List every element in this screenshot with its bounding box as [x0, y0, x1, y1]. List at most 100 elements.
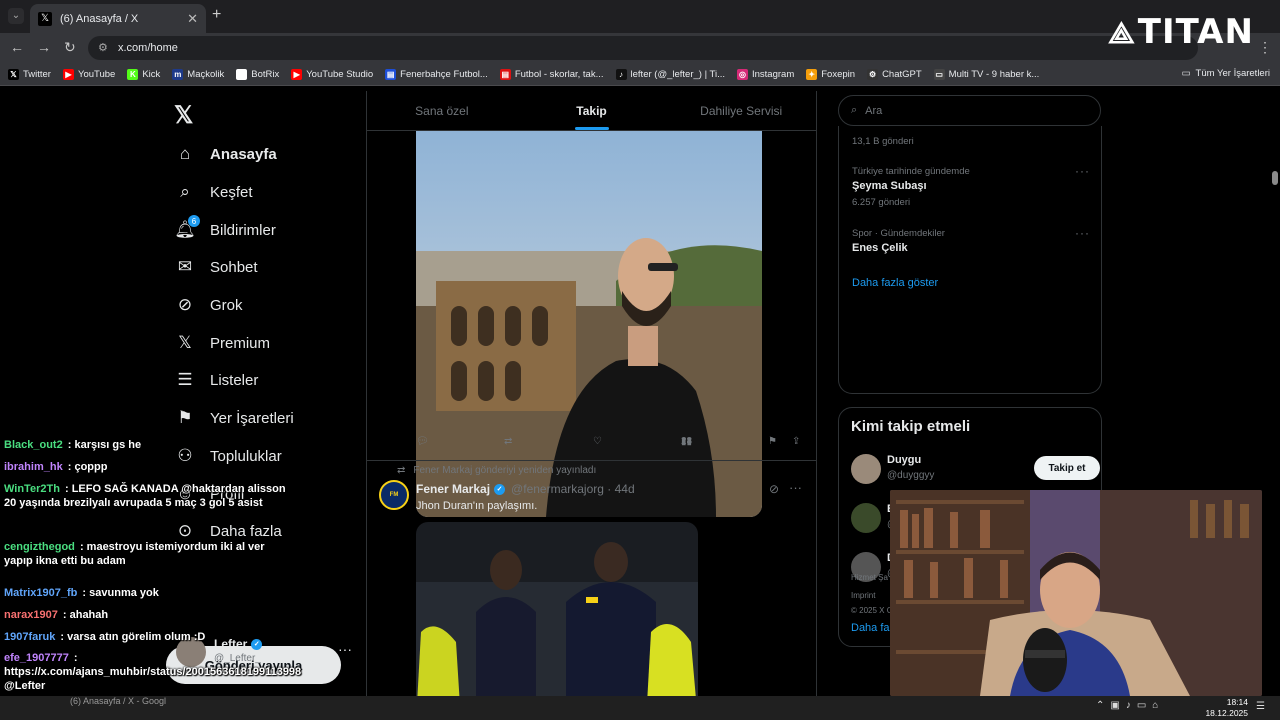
clock[interactable]: 18:14 18.12.2025 — [1205, 697, 1248, 719]
share-icon[interactable]: ⇪ — [792, 436, 800, 447]
forward-icon[interactable]: → — [37, 39, 51, 55]
repost-icon[interactable]: ⇄ — [504, 436, 512, 447]
clock-date: 18.12.2025 — [1205, 708, 1248, 718]
nav-item-list[interactable]: ☰ Listeler — [174, 369, 258, 391]
tab-following[interactable]: Takip — [517, 91, 667, 130]
chat-username: Black_out2 — [4, 439, 63, 451]
trend-meta: Spor · Gündemdekiler — [852, 228, 945, 239]
chat-text: : varsa atın görelim olum :D — [57, 631, 206, 643]
avatar[interactable] — [851, 454, 881, 484]
bookmark-item[interactable]: ▤ Futbol - skorlar, tak... — [499, 68, 604, 80]
tab-search-icon[interactable]: ⌄ — [8, 8, 24, 24]
bookmark-item[interactable]: ▤ Fenerbahçe Futbol... — [385, 68, 488, 80]
post-photo[interactable] — [416, 522, 698, 720]
bookmark-favicon-icon: ◎ — [737, 68, 748, 80]
nav-item-grok[interactable]: ⊘ Grok — [174, 294, 243, 316]
bookmark-item[interactable]: ▭ Multi TV - 9 haber k... — [933, 68, 1039, 80]
suggestion-name[interactable]: Duygu — [887, 454, 921, 466]
bookmark-icon: ⚑ — [177, 408, 193, 427]
bookmark-item[interactable]: ⚙ ChatGPT — [867, 68, 922, 80]
chat-text: : karşısı gs he — [64, 439, 142, 451]
titan-logo: ⟁TITAN — [1108, 12, 1254, 52]
post-actions: 💬︎ ⇄ ♡ ▮▮ 28 ⚑ ⇪ — [416, 436, 808, 452]
notification-badge: 6 — [188, 215, 200, 227]
chat-username: narax1907 — [4, 609, 58, 621]
follow-suggestion[interactable]: Duygu @duyggyy Takip et — [851, 452, 1100, 492]
bookmark-item[interactable]: ▶ YouTube Studio — [291, 68, 373, 80]
author-handle[interactable]: @fenermarkajorg · 44d — [511, 482, 635, 496]
bookmark-label: YouTube — [77, 68, 116, 80]
site-info-icon[interactable]: ⚙ — [98, 41, 108, 54]
repost-indicator[interactable]: ⇄ Fener Markaj gönderiyi yeniden yayınla… — [397, 465, 596, 476]
list-icon: ☰ — [177, 370, 193, 389]
trend-item[interactable]: Türkiye tarihinde gündemde Şeyma Subaşı … — [839, 156, 1103, 216]
like-icon[interactable]: ♡ — [593, 436, 602, 447]
chat-message: narax1907 : ahahah — [4, 608, 294, 622]
follow-button[interactable]: Takip et — [1034, 456, 1100, 480]
tray-icons[interactable]: ⌃▣♪▭⌂ — [1096, 700, 1164, 711]
tab-for-you[interactable]: Sana özel — [367, 91, 517, 130]
scrollbar-thumb[interactable] — [1272, 171, 1278, 185]
x-logo-icon: 𝕏 — [178, 333, 192, 352]
avatar[interactable]: FM — [379, 480, 409, 510]
bookmark-post-icon[interactable]: ⚑ — [768, 436, 777, 447]
reply-icon[interactable]: 💬︎ — [416, 436, 429, 447]
page-scrollbar[interactable] — [1270, 91, 1280, 696]
bookmark-item[interactable]: ♪ lefter (@_lefter_) | Ti... — [615, 68, 725, 80]
footer-terms-link[interactable]: Hizmet Şa — [851, 573, 888, 582]
tab-dahiliye[interactable]: Dahiliye Servisi — [666, 91, 816, 130]
browser-menu-icon[interactable]: ⋮ — [1258, 39, 1272, 56]
taskbar-app-preview[interactable]: (6) Anasayfa / X - Googl — [70, 696, 166, 706]
x-logo-icon[interactable]: 𝕏 — [174, 101, 193, 130]
search-icon: ⌕ — [851, 104, 858, 116]
notifications-icon[interactable]: ☰ — [1256, 701, 1265, 712]
close-tab-icon[interactable]: ✕ — [187, 11, 198, 27]
trend-item[interactable]: Spor · Gündemdekiler Enes Çelik ··· — [839, 218, 1103, 258]
trend-more-icon[interactable]: ··· — [1075, 164, 1090, 178]
nav-item-search[interactable]: ⌕ Keşfet — [174, 181, 252, 203]
nav-item-bell[interactable]: 🔔︎ 6 Bildirimler — [174, 215, 276, 241]
webcam-overlay — [890, 490, 1262, 696]
address-bar[interactable]: ⚙ x.com/home — [88, 36, 1198, 60]
author-name[interactable]: Fener Markaj — [416, 482, 490, 496]
avatar[interactable] — [851, 503, 881, 533]
trend-more-icon[interactable]: ··· — [1075, 226, 1090, 240]
grok-post-icon[interactable]: ⊘ — [769, 482, 779, 496]
browser-tab-bar: ⌄ 𝕏 (6) Anasayfa / X ✕ + — [0, 0, 1280, 33]
bookmark-item[interactable]: ◎ Instagram — [737, 68, 794, 80]
nav-item-mail[interactable]: ✉ Sohbet — [174, 256, 258, 278]
all-bookmarks-button[interactable]: ▭ Tüm Yer İşaretleri — [1182, 68, 1270, 79]
bookmark-item[interactable]: m Maçkolik — [172, 68, 224, 80]
webcam-image — [890, 490, 1262, 696]
post-photo-image — [416, 522, 698, 720]
post-more-icon[interactable]: ··· — [789, 480, 802, 495]
chat-message: ibrahim_hk : çoppp — [4, 460, 294, 474]
bookmark-favicon-icon: ▤ — [499, 68, 511, 80]
trend-count: 6.257 gönderi — [852, 197, 911, 208]
back-icon[interactable]: ← — [10, 39, 24, 55]
search-input[interactable]: ⌕ Ara — [838, 95, 1101, 126]
post-header: FM Fener Markaj ✓ @fenermarkajorg · 44d … — [379, 480, 809, 512]
chat-message: 1907faruk : varsa atın görelim olum :D — [4, 630, 294, 644]
bookmark-item[interactable]: 𝕏 Twitter — [8, 68, 51, 80]
browser-tab[interactable]: 𝕏 (6) Anasayfa / X ✕ — [30, 4, 206, 33]
show-more-link[interactable]: Daha fazla göster — [852, 277, 938, 289]
new-tab-icon[interactable]: + — [212, 6, 221, 24]
bookmark-item[interactable]: ✦ Foxepin — [806, 68, 855, 80]
bookmark-item[interactable]: K Kick — [127, 68, 160, 80]
nav-item-x-logo[interactable]: 𝕏 Premium — [174, 332, 270, 354]
account-more-icon[interactable]: ··· — [338, 641, 352, 657]
nav-item-home[interactable]: ⌂ Anasayfa — [174, 143, 277, 165]
nav-label: Listeler — [210, 371, 259, 389]
footer-copyright: © 2025 X C — [851, 606, 893, 615]
nav-label: Sohbet — [210, 258, 258, 276]
nav-item-bookmark[interactable]: ⚑ Yer İşaretleri — [174, 407, 293, 429]
footer-imprint-link[interactable]: Imprint — [851, 591, 875, 600]
bookmark-item[interactable]: ◆ BotRix — [236, 68, 279, 80]
bookmark-item[interactable]: ▶ YouTube — [62, 68, 116, 80]
reload-icon[interactable]: ↻ — [64, 39, 76, 56]
nav-label: Premium — [210, 334, 271, 352]
main-feed: Sana özel Takip Dahiliye Servisi 💬︎ ⇄ ♡ … — [366, 91, 817, 720]
home-icon: ⌂ — [179, 144, 191, 163]
show-more-link[interactable]: Daha fa — [851, 622, 890, 634]
